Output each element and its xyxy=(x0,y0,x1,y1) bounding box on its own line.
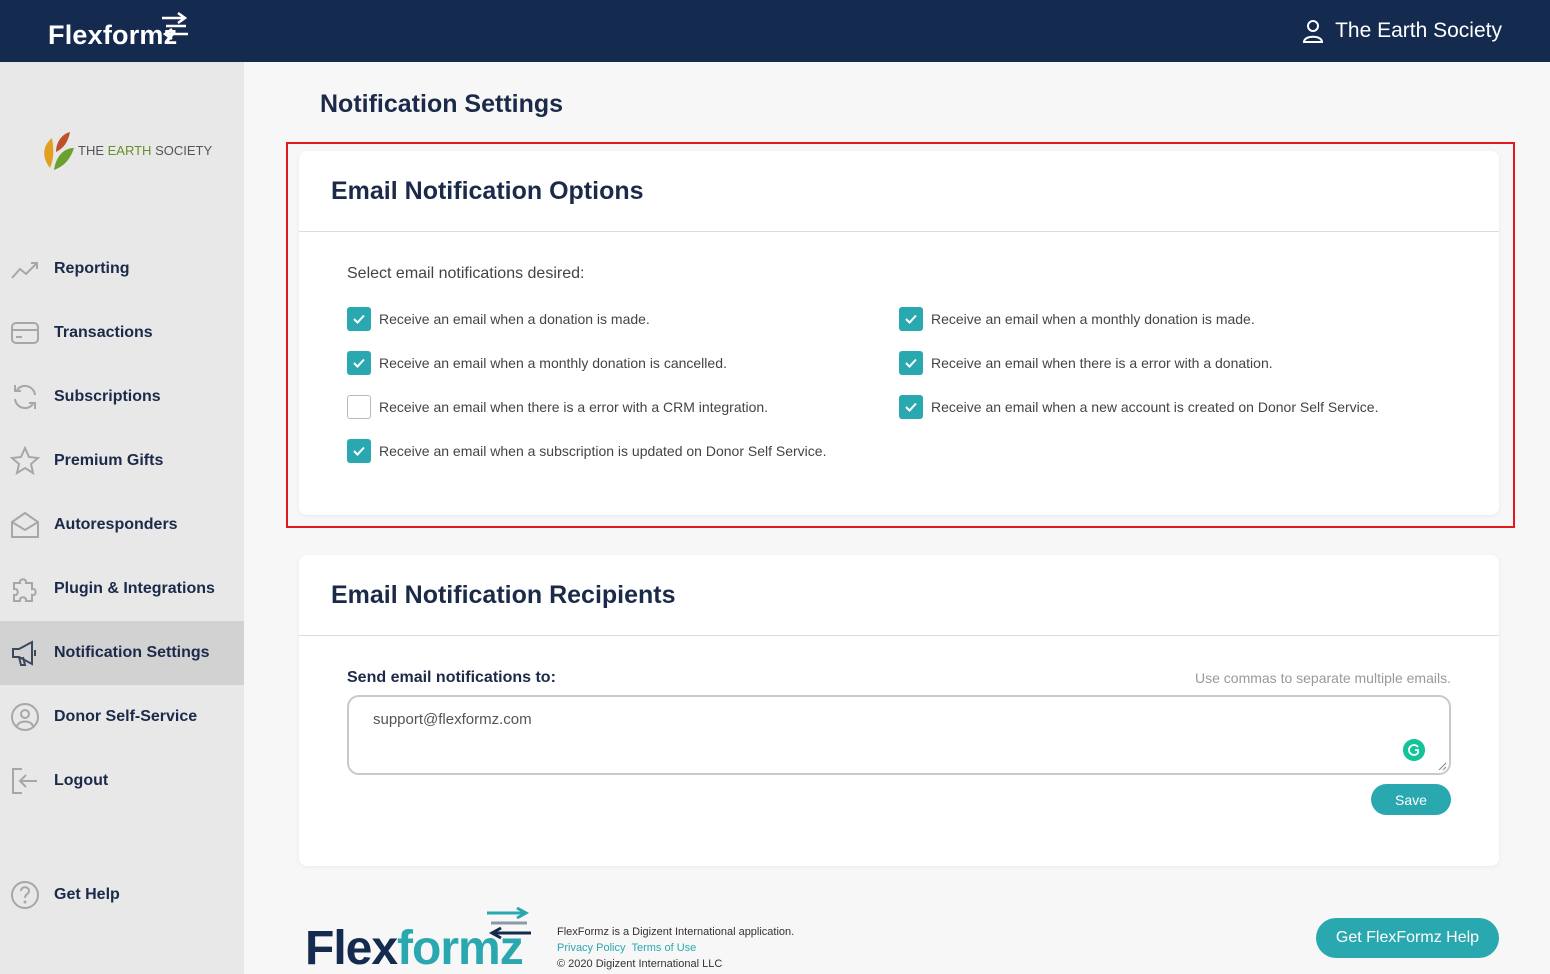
sidebar-item-label: Premium Gifts xyxy=(54,452,164,469)
sidebar-item-get-help[interactable]: Get Help xyxy=(0,863,244,927)
resize-handle-icon[interactable] xyxy=(1438,762,1447,771)
sidebar-item-premium-gifts[interactable]: Premium Gifts xyxy=(0,429,244,493)
sidebar-item-reporting[interactable]: Reporting xyxy=(0,237,244,301)
sidebar: THE EARTH SOCIETY Reporting Transactions… xyxy=(0,62,244,974)
save-button[interactable]: Save xyxy=(1371,784,1451,815)
recipients-textarea[interactable]: support@flexformz.com xyxy=(347,695,1451,775)
footer-logo-flex: Flex xyxy=(305,922,398,974)
trending-up-icon xyxy=(11,262,38,279)
user-menu[interactable]: The Earth Society xyxy=(1303,17,1502,45)
terms-link[interactable]: Terms of Use xyxy=(631,942,696,954)
leaf-logo-icon xyxy=(44,132,74,170)
footer-copyright: © 2020 Digizent International LLC xyxy=(557,958,723,970)
sidebar-item-subscriptions[interactable]: Subscriptions xyxy=(0,365,244,429)
brand-arrows-icon xyxy=(162,12,188,40)
footer-info: FlexFormz is a Digizent International ap… xyxy=(557,924,794,972)
sidebar-item-label: Notification Settings xyxy=(54,644,210,661)
recipients-value: support@flexformz.com xyxy=(373,711,532,728)
recipients-hint: Use commas to separate multiple emails. xyxy=(1195,670,1451,686)
sidebar-item-label: Get Help xyxy=(54,886,120,903)
page-title: Notification Settings xyxy=(320,90,564,118)
footer-links: Privacy Policy Terms of Use xyxy=(557,940,794,956)
sidebar-item-label: Donor Self-Service xyxy=(54,708,198,725)
org-logo: THE EARTH SOCIETY xyxy=(36,128,216,172)
refresh-icon xyxy=(14,384,36,410)
divider xyxy=(299,635,1499,636)
sidebar-item-label: Plugin & Integrations xyxy=(54,580,215,597)
puzzle-icon xyxy=(13,578,37,602)
sidebar-item-plugin-integrations[interactable]: Plugin & Integrations xyxy=(0,557,244,621)
card-title: Email Notification Recipients xyxy=(331,581,676,609)
sidebar-item-label: Logout xyxy=(54,772,109,789)
envelope-icon xyxy=(11,511,39,538)
footer-logo-formz: formz xyxy=(397,922,524,974)
help-circle-icon xyxy=(11,881,39,909)
sidebar-item-notification-settings[interactable]: Notification Settings xyxy=(0,621,244,685)
footer-logo: Flexformz xyxy=(305,905,545,974)
top-bar: Flexformz The Earth Society xyxy=(0,0,1550,62)
user-icon xyxy=(1303,20,1324,43)
star-icon xyxy=(10,446,40,476)
footer-tagline: FlexFormz is a Digizent International ap… xyxy=(557,926,795,938)
sidebar-item-donor-self-service[interactable]: Donor Self-Service xyxy=(0,685,244,749)
highlight-box xyxy=(286,142,1515,528)
org-name: THE EARTH SOCIETY xyxy=(78,143,213,158)
sidebar-item-label: Reporting xyxy=(54,260,130,277)
recipients-label: Send email notifications to: xyxy=(347,669,556,686)
get-flexformz-help-button[interactable]: Get FlexFormz Help xyxy=(1316,918,1499,958)
sidebar-item-transactions[interactable]: Transactions xyxy=(0,301,244,365)
email-recipients-card: Email Notification Recipients Send email… xyxy=(299,555,1499,866)
sidebar-item-logout[interactable]: Logout xyxy=(0,749,244,813)
sidebar-item-label: Subscriptions xyxy=(54,388,161,405)
sidebar-item-label: Transactions xyxy=(54,324,153,341)
sidebar-item-autoresponders[interactable]: Autoresponders xyxy=(0,493,244,557)
user-name: The Earth Society xyxy=(1335,19,1502,42)
megaphone-icon xyxy=(12,640,36,666)
logout-icon xyxy=(12,768,37,794)
credit-card-icon xyxy=(11,322,39,344)
sidebar-item-label: Autoresponders xyxy=(54,516,178,533)
user-circle-icon xyxy=(11,703,39,731)
grammarly-icon[interactable] xyxy=(1403,739,1425,761)
privacy-policy-link[interactable]: Privacy Policy xyxy=(557,942,625,954)
